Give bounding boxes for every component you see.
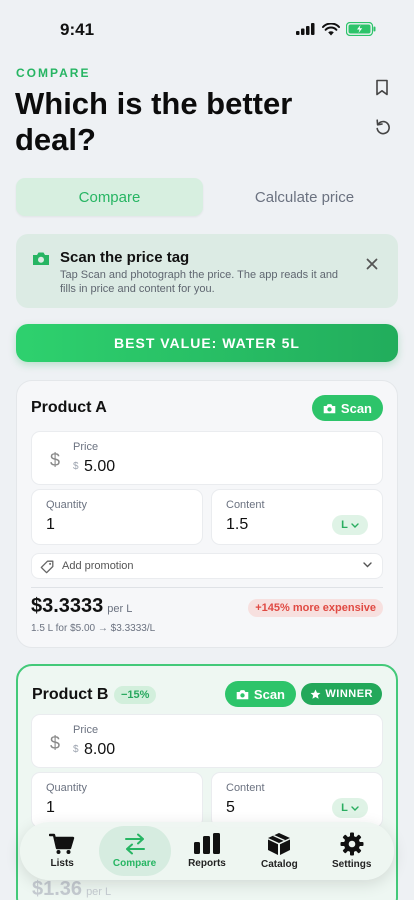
per-unit-label: per L <box>107 603 133 615</box>
content-label: Content <box>226 499 265 511</box>
product-a-unit-price: $3.3333 per L <box>31 595 132 618</box>
status-bar: 9:41 <box>0 0 414 56</box>
content-label: Content <box>226 782 265 794</box>
content-value: 5 <box>226 799 235 816</box>
scan-label: Scan <box>253 686 285 702</box>
tab-settings[interactable]: Settings <box>316 826 388 876</box>
status-icons <box>296 22 376 36</box>
camera-icon <box>323 403 336 413</box>
unit-selector[interactable]: L <box>332 798 368 818</box>
tip-text: Tap Scan and photograph the price. The a… <box>60 269 339 295</box>
box-icon <box>268 833 291 855</box>
currency-symbol: $ <box>50 450 61 470</box>
price-value: 5.00 <box>84 458 116 475</box>
divider <box>31 587 383 588</box>
scan-tip-card: Scan the price tag Tap Scan and photogra… <box>16 234 398 308</box>
winner-badge: WINNER <box>301 683 382 705</box>
product-a-card: Product A Scan $ Price $ 5.00 Quantity 1… <box>16 380 398 648</box>
cart-icon <box>49 833 75 854</box>
price-label: Price <box>73 441 99 453</box>
scan-label: Scan <box>340 400 372 416</box>
wifi-icon <box>322 22 340 35</box>
tab-label: Settings <box>332 859 372 870</box>
tab-label: Reports <box>188 858 226 869</box>
best-value-banner: BEST VALUE: WATER 5L <box>16 324 398 362</box>
bar-chart-icon <box>193 833 220 854</box>
chevron-down-icon <box>363 562 372 568</box>
section-eyebrow: COMPARE <box>16 66 91 80</box>
product-b-name: Product B <box>32 686 109 703</box>
tab-compare[interactable]: Compare <box>16 178 203 216</box>
battery-icon <box>346 22 376 36</box>
tab-catalog[interactable]: Catalog <box>243 826 315 876</box>
price-value: 8.00 <box>84 741 116 758</box>
product-b-price-field[interactable]: $ Price $ 8.00 <box>31 714 383 768</box>
more-expensive-badge: +145% more expensive <box>248 599 383 617</box>
tab-reports[interactable]: Reports <box>171 826 243 876</box>
chevron-down-icon <box>351 522 359 528</box>
currency-prefix: $ <box>73 744 79 755</box>
quantity-value: 1 <box>46 516 55 533</box>
per-unit-label: per L <box>86 886 112 898</box>
star-icon <box>310 689 321 699</box>
calculation-text: 1.5 L for $5.00 → $3.3333/L <box>31 623 156 634</box>
product-b-quantity-field[interactable]: Quantity 1 <box>31 772 203 828</box>
quantity-label: Quantity <box>46 499 87 511</box>
status-time: 9:41 <box>60 20 95 39</box>
close-tip-button[interactable] <box>366 254 378 275</box>
chevron-down-icon <box>351 805 359 811</box>
tip-title: Scan the price tag <box>60 249 190 266</box>
unit-price-value: $1.36 <box>32 878 83 900</box>
tag-icon <box>40 560 54 574</box>
quantity-value: 1 <box>46 799 55 816</box>
camera-icon <box>33 252 49 265</box>
undo-icon <box>375 118 390 134</box>
tab-label: Catalog <box>261 859 298 870</box>
unit-label: L <box>341 802 348 814</box>
gear-icon <box>340 832 364 856</box>
currency-symbol: $ <box>50 733 61 753</box>
winner-label: WINNER <box>325 688 373 700</box>
camera-icon <box>236 689 249 699</box>
unit-label: L <box>341 519 348 531</box>
tab-lists[interactable]: Lists <box>26 826 98 876</box>
discount-badge: −15% <box>114 686 157 704</box>
cellular-icon <box>296 23 315 35</box>
product-a-price-field[interactable]: $ Price $ 5.00 <box>31 431 383 485</box>
tab-compare-nav[interactable]: Compare <box>98 826 171 876</box>
content-value: 1.5 <box>226 516 249 533</box>
unit-price-value: $3.3333 <box>31 595 104 617</box>
tab-calculate-price[interactable]: Calculate price <box>211 178 398 216</box>
close-icon <box>366 258 378 270</box>
compare-arrows-icon <box>124 833 145 855</box>
reset-button[interactable] <box>372 116 392 136</box>
page-title: Which is the better deal? <box>15 86 293 157</box>
bottom-tab-bar: Lists Compare Reports Catalog Settings <box>20 822 394 880</box>
bookmark-icon <box>376 79 388 95</box>
unit-selector[interactable]: L <box>332 515 368 535</box>
mode-segmented-control: Compare Calculate price <box>16 178 398 216</box>
product-b-unit-price: $1.36 per L <box>32 878 111 900</box>
add-promotion-row[interactable]: Add promotion <box>31 553 383 579</box>
price-label: Price <box>73 724 99 736</box>
product-a-scan-button[interactable]: Scan <box>311 395 383 421</box>
currency-prefix: $ <box>73 461 79 472</box>
product-a-content-field[interactable]: Content 1.5 L <box>211 489 383 545</box>
tab-label: Lists <box>50 858 74 869</box>
tab-label: Compare <box>112 858 157 869</box>
product-b-content-field[interactable]: Content 5 L <box>211 772 383 828</box>
product-a-name: Product A <box>31 399 107 416</box>
quantity-label: Quantity <box>46 782 87 794</box>
promotion-label: Add promotion <box>62 560 134 572</box>
product-a-quantity-field[interactable]: Quantity 1 <box>31 489 203 545</box>
bookmark-button[interactable] <box>372 77 392 97</box>
product-b-scan-button[interactable]: Scan <box>224 681 296 707</box>
